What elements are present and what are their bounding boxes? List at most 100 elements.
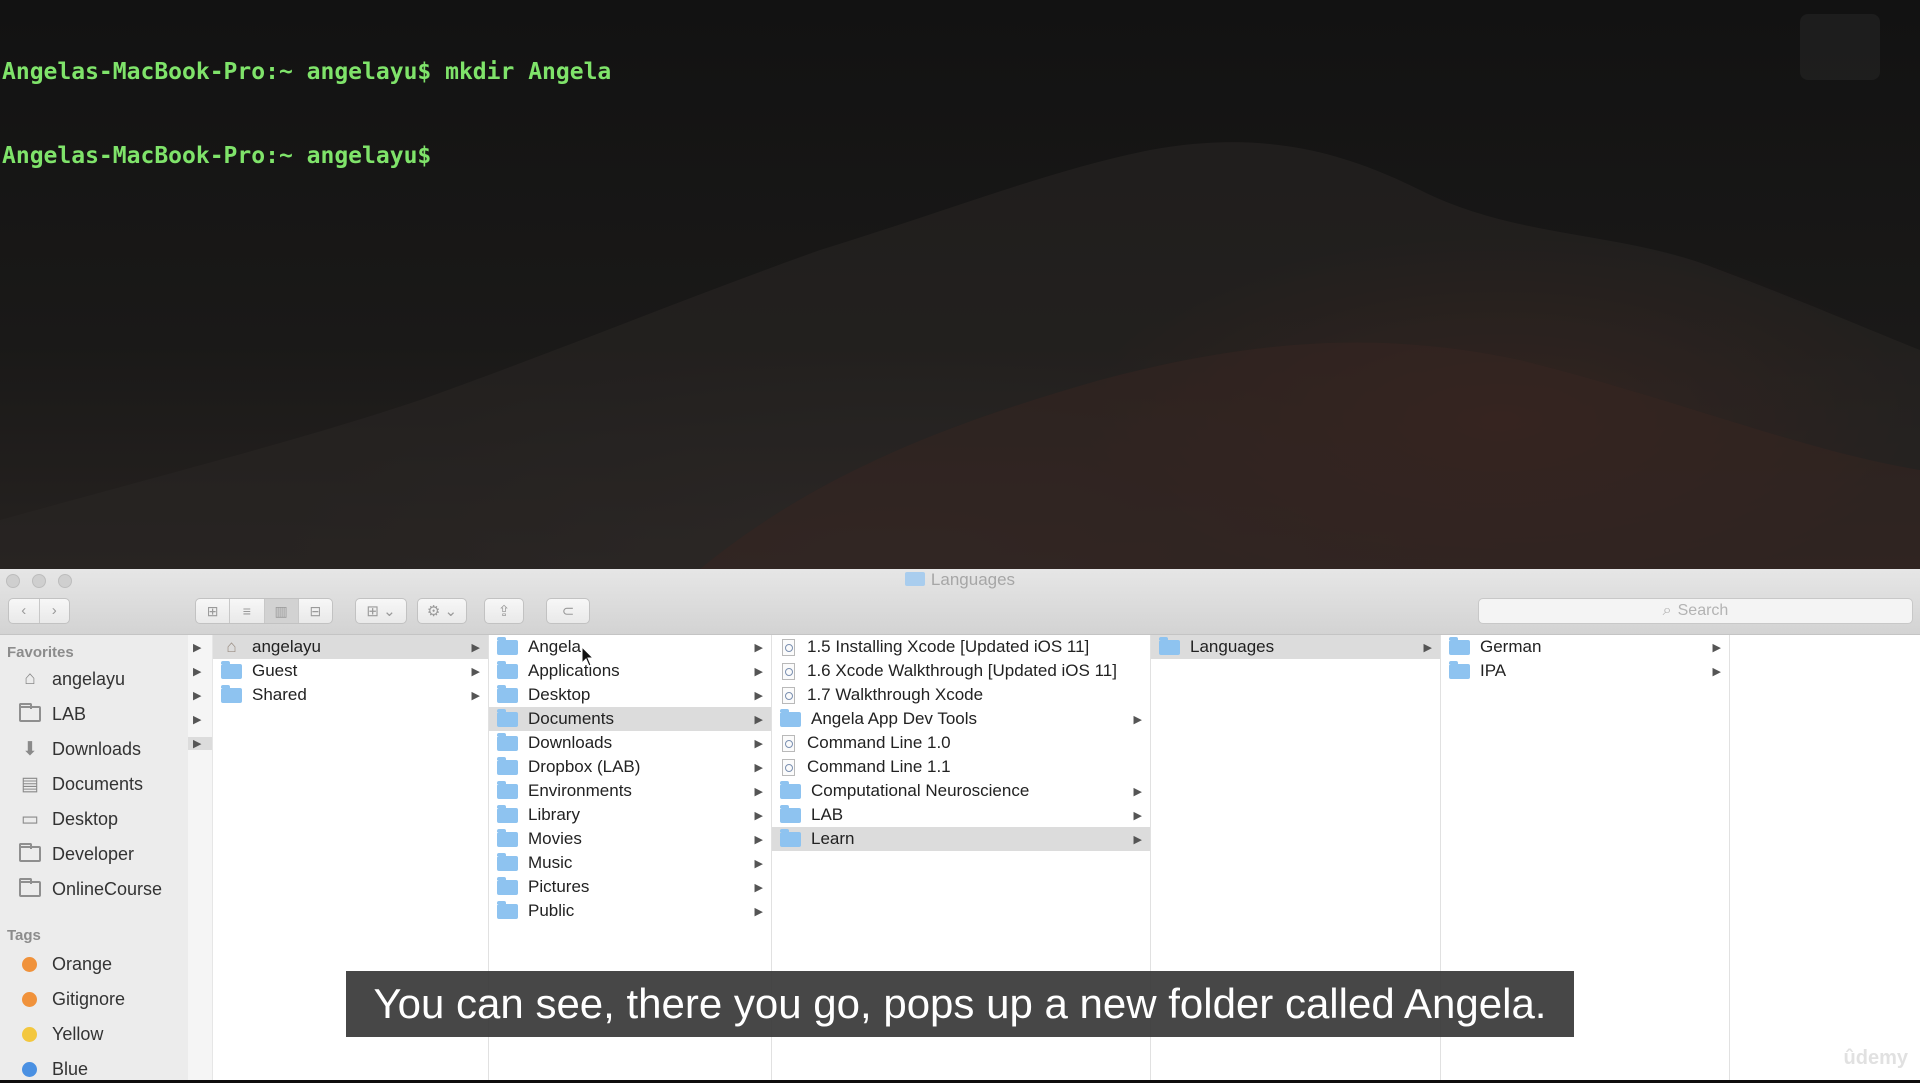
back-forward-control[interactable]: ‹ › [8, 598, 70, 624]
list-item[interactable]: LAB ▶ [772, 803, 1150, 827]
disclosure-arrow-icon[interactable]: ▶ [188, 737, 212, 750]
icon-view-button[interactable]: ⊞ [196, 599, 231, 623]
chevron-right-icon: ▶ [471, 641, 480, 654]
udemy-watermark: ûdemy [1843, 1047, 1908, 1069]
sidebar-item-desktop[interactable]: ▭ Desktop [18, 805, 118, 833]
list-item[interactable]: IPA ▶ [1441, 659, 1729, 683]
sidebar-tag-orange[interactable]: Orange [18, 950, 112, 978]
finder-sidebar: Favorites ⌂ angelayu LAB ⬇ Downloads ▤ Docu… [0, 635, 189, 1080]
list-item[interactable]: Shared ▶ [213, 683, 488, 707]
document-icon [782, 662, 795, 680]
chevron-right-icon: ▶ [754, 761, 763, 774]
folder-icon [1449, 636, 1470, 655]
sidebar-item-downloads[interactable]: ⬇ Downloads [18, 735, 141, 763]
sidebar-tag-yellow[interactable]: Yellow [18, 1020, 103, 1048]
item-label: Applications [528, 661, 620, 680]
list-item[interactable]: Movies ▶ [489, 827, 771, 851]
column-view-button[interactable]: ▥ [264, 599, 299, 623]
list-item[interactable]: Downloads ▶ [489, 731, 771, 755]
item-label: Angela [528, 637, 581, 656]
sidebar-item-onlinecourse[interactable]: OnlineCourse [18, 875, 162, 903]
download-icon: ⬇ [22, 738, 38, 760]
list-item[interactable]: Desktop ▶ [489, 683, 771, 707]
list-item[interactable]: ⌂ angelayu ▶ [213, 635, 488, 659]
folder-icon [18, 878, 42, 899]
folder-icon [497, 780, 518, 799]
list-item[interactable]: Environments ▶ [489, 779, 771, 803]
list-item[interactable]: Music ▶ [489, 851, 771, 875]
sidebar-item-label: LAB [52, 703, 87, 724]
search-icon: ⌕ [1662, 602, 1672, 619]
view-mode-control[interactable]: ⊞ ≡ ▥ ⊟ [195, 598, 333, 624]
sidebar-item-developer[interactable]: Developer [18, 840, 134, 868]
list-item[interactable]: Guest ▶ [213, 659, 488, 683]
chevron-right-icon: ▶ [754, 833, 763, 846]
share-button[interactable]: ⇪ [484, 598, 524, 624]
search-placeholder: Search [1677, 602, 1729, 619]
folder-icon [18, 703, 42, 724]
chevron-right-icon: ▶ [754, 905, 763, 918]
item-label: German [1480, 637, 1542, 656]
list-item[interactable]: Pictures ▶ [489, 875, 771, 899]
search-field[interactable]: ⌕ Search [1478, 598, 1913, 624]
sidebar-tag-blue[interactable]: Blue [18, 1055, 88, 1083]
list-item[interactable]: 1.6 Xcode Walkthrough [Updated iOS 11] [772, 659, 1150, 683]
list-view-button[interactable]: ≡ [230, 599, 265, 623]
sidebar-tag-gitignore[interactable]: Gitignore [18, 985, 125, 1013]
forward-button[interactable]: › [40, 599, 70, 623]
folder-icon [780, 804, 801, 823]
disclosure-arrow-icon[interactable]: ▶ [193, 665, 201, 678]
item-label: Learn [811, 829, 855, 848]
list-item[interactable]: 1.7 Walkthrough Xcode [772, 683, 1150, 707]
terminal-line: Angelas-MacBook-Pro:~ angelayu$ mkdir An… [2, 59, 612, 85]
back-button[interactable]: ‹ [9, 599, 40, 623]
folder-icon [497, 684, 518, 703]
sidebar-item-label: OnlineCourse [52, 878, 163, 899]
document-icon [782, 686, 795, 704]
list-item[interactable]: Languages ▶ [1151, 635, 1440, 659]
item-label: Desktop [528, 685, 591, 704]
terminal-window[interactable]: Angelas-MacBook-Pro:~ angelayu$ mkdir An… [0, 0, 1920, 569]
chevron-right-icon: ▶ [754, 713, 763, 726]
list-item[interactable]: Computational Neuroscience ▶ [772, 779, 1150, 803]
group-button[interactable]: ⊞ ⌄ [355, 598, 407, 624]
item-label: Library [528, 805, 580, 824]
list-item[interactable]: Public ▶ [489, 899, 771, 923]
tag-button[interactable]: ⊂ [546, 598, 590, 624]
sidebar-item-angelayu[interactable]: ⌂ angelayu [18, 665, 125, 693]
disclosure-arrow-icon[interactable]: ▶ [193, 713, 201, 726]
tag-label: Yellow [52, 1023, 104, 1044]
list-item[interactable]: 1.5 Installing Xcode [Updated iOS 11] [772, 635, 1150, 659]
item-label: IPA [1480, 661, 1507, 680]
disclosure-arrow-icon[interactable]: ▶ [193, 689, 201, 702]
item-label: Music [528, 853, 573, 872]
sidebar-item-label: Documents [52, 773, 144, 794]
folder-icon [221, 660, 242, 679]
chevron-right-icon: ▶ [754, 641, 763, 654]
terminal-output[interactable]: Angelas-MacBook-Pro:~ angelayu$ mkdir An… [2, 2, 611, 226]
chevron-right-icon: ▶ [754, 689, 763, 702]
disclosure-arrow-icon[interactable]: ▶ [193, 641, 201, 654]
gallery-view-button[interactable]: ⊟ [299, 599, 332, 623]
list-item[interactable]: Library ▶ [489, 803, 771, 827]
list-item[interactable]: Dropbox (LAB) ▶ [489, 755, 771, 779]
tag-color-dot [22, 956, 37, 972]
action-gear-button[interactable]: ⚙ ⌄ [417, 598, 467, 624]
root-column: ▶ ▶ ▶ ▶ ▶ [188, 635, 213, 1080]
item-label: Command Line 1.1 [807, 757, 951, 776]
list-item[interactable]: Angela ▶ [489, 635, 771, 659]
list-item[interactable]: Command Line 1.1 [772, 755, 1150, 779]
folder-icon [1449, 660, 1470, 679]
sidebar-item-lab[interactable]: LAB [18, 700, 86, 728]
list-item[interactable]: Applications ▶ [489, 659, 771, 683]
list-item[interactable]: Documents ▶ [489, 707, 771, 731]
chevron-right-icon: ▶ [1133, 713, 1142, 726]
list-item[interactable]: German ▶ [1441, 635, 1729, 659]
terminal-prompt-line: Angelas-MacBook-Pro:~ angelayu$ [2, 143, 432, 169]
list-item[interactable]: Command Line 1.0 [772, 731, 1150, 755]
sidebar-item-documents[interactable]: ▤ Documents [18, 770, 143, 798]
folder-icon [18, 843, 42, 864]
list-item[interactable]: Angela App Dev Tools ▶ [772, 707, 1150, 731]
list-item[interactable]: Learn ▶ [772, 827, 1150, 851]
window-title-text: Languages [930, 570, 1016, 589]
